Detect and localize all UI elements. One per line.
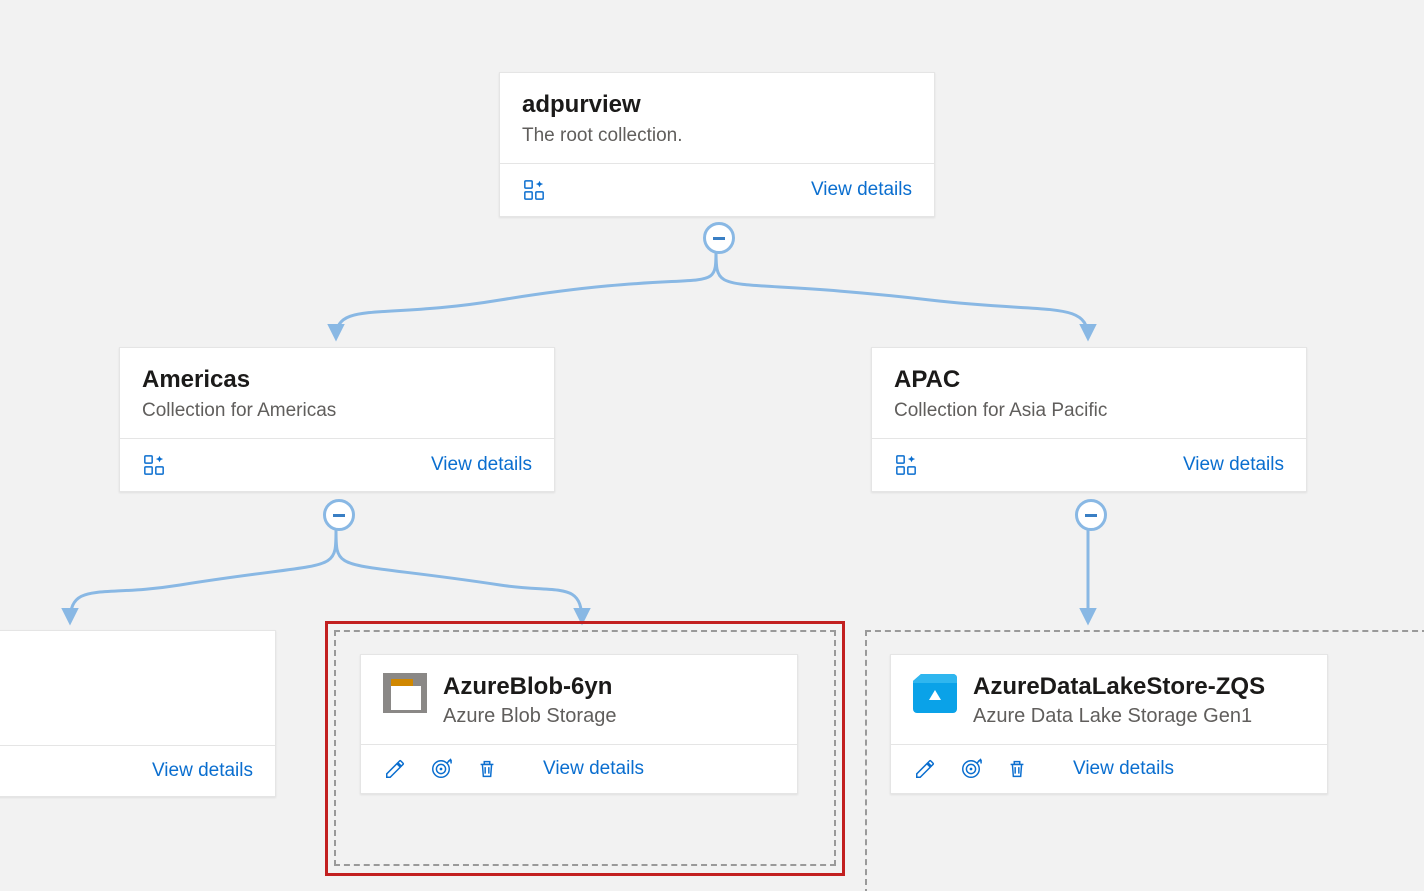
data-source-title: AzureBlob-6yn [443, 673, 616, 701]
card-body: Americas Collection for Americas [120, 348, 554, 438]
view-details-link[interactable]: View details [811, 179, 912, 201]
card-body: adpurview The root collection. [500, 73, 934, 163]
trash-icon[interactable] [475, 757, 499, 781]
target-icon[interactable] [429, 757, 453, 781]
view-details-link[interactable]: View details [1073, 758, 1174, 780]
data-source-title: AzureDataLakeStore-ZQS [973, 673, 1265, 701]
collection-title: adpurview [522, 91, 912, 119]
collection-card-apac[interactable]: APAC Collection for Asia Pacific View de… [871, 347, 1307, 492]
data-source-card-azureblob[interactable]: AzureBlob-6yn Azure Blob Storage View de… [360, 654, 798, 794]
view-details-link[interactable]: View details [431, 454, 532, 476]
card-body: APAC Collection for Asia Pacific [872, 348, 1306, 438]
collection-title: Americas [142, 366, 532, 394]
card-footer: View details [500, 163, 934, 216]
grid-sparkle-icon[interactable] [522, 178, 546, 202]
card-footer: View details [891, 744, 1327, 793]
collection-subtitle: The root collection. [522, 125, 912, 147]
data-source-subtitle: Azure Blob Storage [443, 705, 616, 728]
blob-storage-icon [383, 673, 427, 713]
minus-icon [333, 514, 345, 517]
card-body: AzureDataLakeStore-ZQS Azure Data Lake S… [891, 655, 1327, 744]
collapse-toggle-root[interactable] [703, 222, 735, 254]
grid-sparkle-icon[interactable] [142, 453, 166, 477]
collection-card-root[interactable]: adpurview The root collection. View deta… [499, 72, 935, 217]
collection-title: APAC [894, 366, 1284, 394]
data-source-subtitle: Azure Data Lake Storage Gen1 [973, 705, 1265, 728]
minus-icon [713, 237, 725, 240]
collapse-toggle-americas[interactable] [323, 499, 355, 531]
target-icon[interactable] [959, 757, 983, 781]
card-footer: View details [361, 744, 797, 793]
data-source-card-adls[interactable]: AzureDataLakeStore-ZQS Azure Data Lake S… [890, 654, 1328, 794]
card-footer: View details [872, 438, 1306, 491]
card-footer: View details [120, 438, 554, 491]
collapse-toggle-apac[interactable] [1075, 499, 1107, 531]
collection-map-canvas[interactable]: adpurview The root collection. View deta… [0, 0, 1424, 891]
collection-card-partial[interactable]: View details [0, 630, 276, 797]
edit-icon[interactable] [383, 757, 407, 781]
collection-card-americas[interactable]: Americas Collection for Americas View de… [119, 347, 555, 492]
trash-icon[interactable] [1005, 757, 1029, 781]
view-details-link[interactable]: View details [1183, 454, 1284, 476]
card-footer: View details [0, 745, 275, 796]
collection-subtitle: Collection for Asia Pacific [894, 400, 1284, 422]
edit-icon[interactable] [913, 757, 937, 781]
view-details-link[interactable]: View details [152, 760, 253, 782]
card-body: AzureBlob-6yn Azure Blob Storage [361, 655, 797, 744]
collection-subtitle: Collection for Americas [142, 400, 532, 422]
grid-sparkle-icon[interactable] [894, 453, 918, 477]
minus-icon [1085, 514, 1097, 517]
adls-icon [913, 673, 957, 713]
view-details-link[interactable]: View details [543, 758, 644, 780]
